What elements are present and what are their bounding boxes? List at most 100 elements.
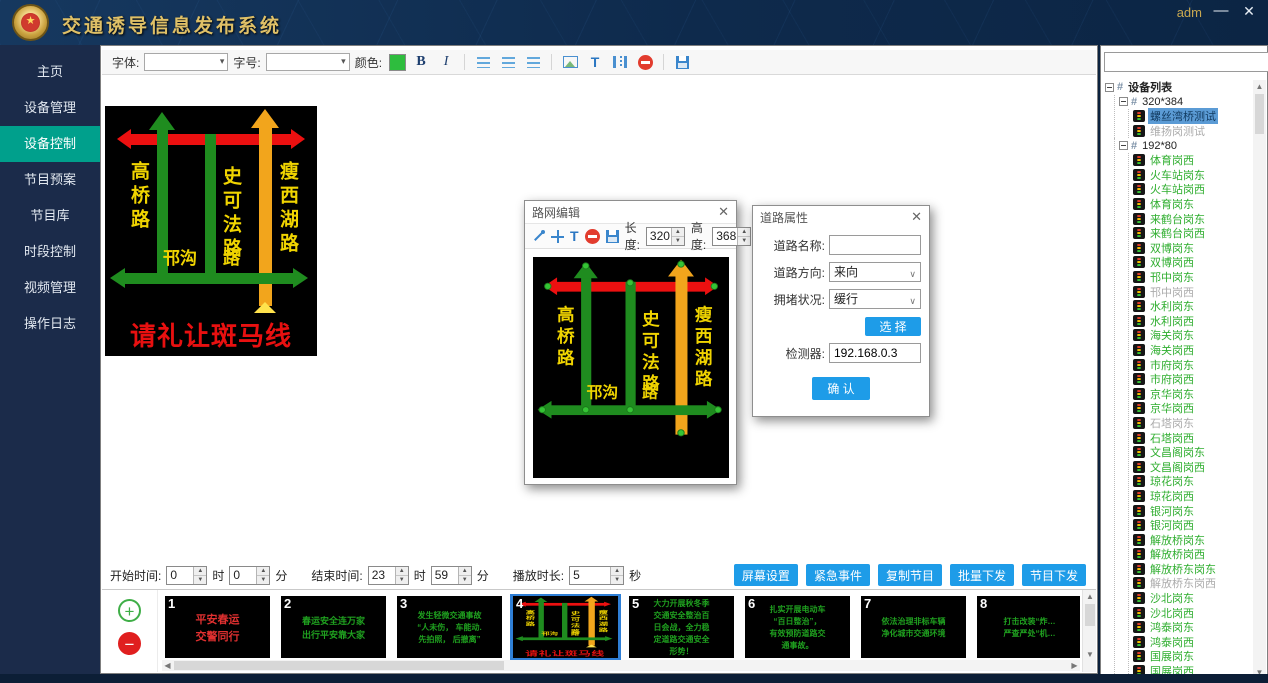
road-handle[interactable] — [626, 406, 633, 413]
playlist-thumbnail[interactable]: 3发生轻微交通事故“人未伤， 车能动.先拍照， 后撤离” — [397, 596, 502, 658]
device-item[interactable]: 邗中岗东 — [1133, 270, 1251, 285]
road-handle[interactable] — [711, 283, 718, 290]
username[interactable]: adm — [1177, 5, 1202, 20]
tree-group-row[interactable]: #192*80 — [1119, 138, 1251, 153]
action-button[interactable]: 紧急事件 — [806, 564, 870, 586]
scroll-right-icon[interactable]: ▶ — [1069, 660, 1080, 671]
select-button[interactable]: 选 择 — [865, 317, 921, 336]
playlist-thumbnail[interactable]: 8打击改装“炸…严查严处“机… — [977, 596, 1080, 658]
insert-road-icon[interactable] — [610, 52, 630, 72]
collapse-icon[interactable] — [1105, 83, 1114, 92]
close-button[interactable]: ✕ — [1238, 1, 1260, 21]
device-item[interactable]: 邗中岗西 — [1133, 284, 1251, 299]
text-tool-icon[interactable]: T — [570, 226, 579, 246]
playlist-hscrollbar[interactable]: ◀ ▶ — [162, 660, 1080, 671]
device-item[interactable]: 琼花岗东 — [1133, 474, 1251, 489]
device-item[interactable]: 鸿泰岗西 — [1133, 635, 1251, 650]
sidebar-item-home[interactable]: 主页 — [0, 54, 100, 90]
device-search-input[interactable] — [1104, 52, 1268, 72]
detector-input[interactable] — [829, 343, 921, 363]
color-swatch[interactable] — [389, 54, 406, 71]
device-item[interactable]: 市府岗西 — [1133, 372, 1251, 387]
playlist-thumbnail[interactable]: 7依法治理非标车辆净化城市交通环境 — [861, 596, 966, 658]
save-tool-icon[interactable] — [606, 226, 619, 246]
italic-icon[interactable]: I — [436, 52, 456, 72]
insert-image-icon[interactable] — [560, 52, 580, 72]
tree-scroll-thumb[interactable] — [1255, 94, 1264, 134]
add-program-button[interactable]: + — [118, 599, 141, 622]
device-item[interactable]: 体育岗西 — [1133, 153, 1251, 168]
device-item[interactable]: 来鹤台岗西 — [1133, 226, 1251, 241]
tree-group-row[interactable]: #320*384 — [1119, 95, 1251, 110]
draw-line-icon[interactable] — [531, 226, 545, 246]
congestion-select[interactable]: 缓行 — [829, 289, 921, 309]
device-item[interactable]: 鸿泰岗东 — [1133, 620, 1251, 635]
device-item[interactable]: 海关岗东 — [1133, 328, 1251, 343]
save-icon[interactable] — [672, 52, 692, 72]
device-item[interactable]: 银河岗西 — [1133, 518, 1251, 533]
action-button[interactable]: 复制节目 — [878, 564, 942, 586]
length-stepper[interactable]: ▲▼ — [646, 227, 685, 246]
playlist-thumbnail[interactable]: 6扎实开展电动车“百日整治”，有效预防道路交通事故。 — [745, 596, 850, 658]
device-item[interactable]: 解放桥东岗西 — [1133, 576, 1251, 591]
height-stepper[interactable]: ▲▼ — [712, 227, 751, 246]
scroll-up-icon[interactable]: ▲ — [1083, 590, 1097, 603]
roadnet-canvas[interactable]: 高桥路史可法路瘦西湖路邗沟路 — [533, 257, 729, 478]
remove-program-button[interactable]: − — [118, 632, 141, 655]
device-item[interactable]: 京华岗西 — [1133, 401, 1251, 416]
action-button[interactable]: 批量下发 — [950, 564, 1014, 586]
hscroll-thumb[interactable] — [174, 661, 504, 670]
playlist-thumbnail[interactable]: 2春运安全连万家出行平安靠大家 — [281, 596, 386, 658]
bold-icon[interactable]: B — [411, 52, 431, 72]
scroll-up-icon[interactable]: ▲ — [1253, 80, 1266, 93]
device-item[interactable]: 琼花岗西 — [1133, 489, 1251, 504]
scroll-down-icon[interactable]: ▼ — [1083, 648, 1097, 661]
device-item[interactable]: 石塔岗西 — [1133, 430, 1251, 445]
road-handle[interactable] — [677, 261, 684, 268]
playlist-thumbnail[interactable]: 4高桥路史可法路瘦西湖路邗沟路请礼让斑马线 — [513, 596, 618, 658]
delete-icon[interactable] — [635, 52, 655, 72]
device-item[interactable]: 火车站岗西 — [1133, 182, 1251, 197]
road-handle[interactable] — [544, 283, 551, 290]
playlist-vscrollbar[interactable]: ▲ ▼ — [1082, 590, 1096, 672]
sidebar-item-time-control[interactable]: 时段控制 — [0, 234, 100, 270]
road-cross-icon[interactable] — [551, 226, 564, 246]
tree-scrollbar[interactable]: ▲ ▼ — [1253, 80, 1266, 679]
road-handle[interactable] — [626, 279, 633, 286]
device-item[interactable]: 沙北岗东 — [1133, 591, 1251, 606]
duration-stepper[interactable]: ▲▼ — [569, 566, 624, 585]
dialog-titlebar[interactable]: 道路属性 ✕ — [753, 206, 929, 228]
device-item[interactable]: 维扬岗测试 — [1133, 124, 1251, 139]
sidebar-item-program-library[interactable]: 节目库 — [0, 198, 100, 234]
device-item[interactable]: 解放桥岗西 — [1133, 547, 1251, 562]
road-handle[interactable] — [582, 262, 589, 269]
scroll-left-icon[interactable]: ◀ — [162, 660, 173, 671]
action-button[interactable]: 屏幕设置 — [734, 564, 798, 586]
playlist-thumbnail[interactable]: 5大力开展秋冬季交通安全整治百日会战，全力稳定道路交通安全形势！ — [629, 596, 734, 658]
device-item[interactable]: 文昌阁岗东 — [1133, 445, 1251, 460]
align-center-icon[interactable] — [498, 52, 518, 72]
size-select[interactable] — [266, 53, 350, 71]
road-name-input[interactable] — [829, 235, 921, 255]
confirm-button[interactable]: 确 认 — [812, 377, 870, 400]
device-item[interactable]: 螺丝湾桥测试 — [1133, 109, 1251, 124]
playlist-thumbnail[interactable]: 1平安春运交警同行 — [165, 596, 270, 658]
road-direction-select[interactable]: 来向 — [829, 262, 921, 282]
vscroll-thumb[interactable] — [1085, 604, 1095, 626]
align-right-icon[interactable] — [523, 52, 543, 72]
start-hour-stepper[interactable]: ▲▼ — [166, 566, 207, 585]
road-handle[interactable] — [714, 406, 721, 413]
delete-tool-icon[interactable] — [585, 226, 600, 246]
device-item[interactable]: 水利岗东 — [1133, 299, 1251, 314]
font-select[interactable] — [144, 53, 228, 71]
device-item[interactable]: 石塔岗东 — [1133, 416, 1251, 431]
device-item[interactable]: 双博岗东 — [1133, 241, 1251, 256]
device-item[interactable]: 来鹤台岗东 — [1133, 211, 1251, 226]
insert-text-icon[interactable]: T — [585, 52, 605, 72]
close-icon[interactable]: ✕ — [718, 204, 729, 220]
device-item[interactable]: 海关岗西 — [1133, 343, 1251, 358]
start-minute-stepper[interactable]: ▲▼ — [229, 566, 270, 585]
road-handle[interactable] — [582, 406, 589, 413]
sidebar-item-device-manage[interactable]: 设备管理 — [0, 90, 100, 126]
collapse-icon[interactable] — [1119, 141, 1128, 150]
